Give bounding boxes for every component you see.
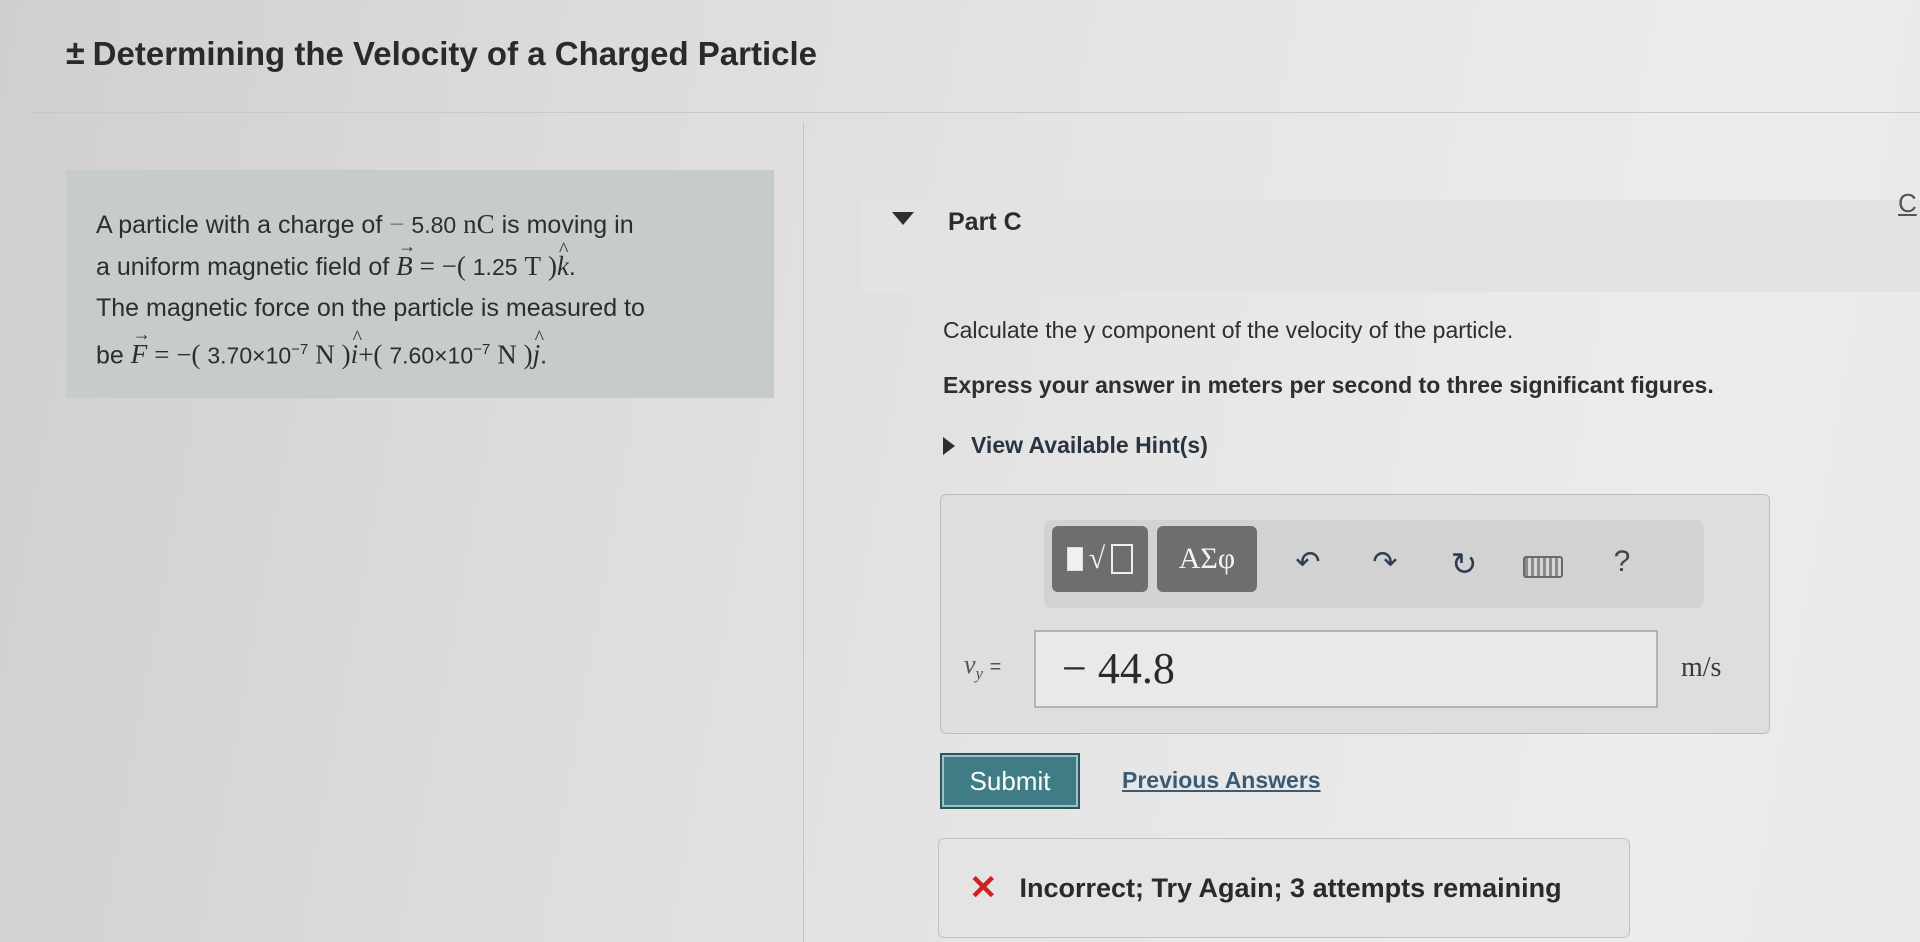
problem-line-2: a uniform magnetic field of B = −( 1.25 … — [96, 226, 746, 288]
template-box-icon — [1111, 544, 1134, 574]
edge-link[interactable]: C — [1898, 188, 1917, 219]
problem-line-4: be F = −( 3.70×10−7 N )i+( 7.60×10−7 N )… — [96, 314, 746, 376]
problem-statement: A particle with a charge of − 5.80 nC is… — [66, 170, 774, 398]
template-square-icon — [1066, 547, 1083, 571]
redo-icon[interactable]: ↷ — [1365, 545, 1405, 580]
expand-toggle-icon[interactable]: ± — [66, 34, 85, 73]
feedback-message: ✕ Incorrect; Try Again; 3 attempts remai… — [938, 838, 1630, 938]
problem-line-1: A particle with a charge of − 5.80 nC is… — [96, 209, 634, 239]
answer-input[interactable]: − 44.8 — [1034, 630, 1658, 708]
column-divider — [803, 122, 804, 942]
part-label: Part C — [948, 208, 1022, 236]
radical-icon: √ — [1088, 542, 1106, 575]
feedback-text: Incorrect; Try Again; 3 attempts remaini… — [1019, 872, 1562, 903]
greek-symbols-button[interactable]: ΑΣφ — [1157, 526, 1257, 592]
hints-toggle[interactable]: View Available Hint(s) — [943, 432, 1208, 459]
instruction-text: Express your answer in meters per second… — [943, 372, 1714, 398]
problem-title: Determining the Velocity of a Charged Pa… — [92, 34, 818, 72]
hints-label: View Available Hint(s) — [971, 432, 1208, 458]
templates-button[interactable]: √ — [1052, 526, 1148, 592]
reset-icon[interactable]: ↻ — [1444, 545, 1484, 583]
problem-line-3: The magnetic force on the particle is me… — [96, 294, 645, 322]
undo-icon[interactable]: ↶ — [1288, 545, 1328, 580]
expand-triangle-icon — [943, 436, 955, 455]
title-divider — [30, 112, 1920, 113]
incorrect-x-icon: ✕ — [969, 869, 998, 907]
help-icon[interactable]: ? — [1602, 545, 1642, 579]
previous-answers-link[interactable]: Previous Answers — [1122, 767, 1321, 794]
answer-variable-label: vy = — [964, 650, 1002, 684]
unit-label: m/s — [1681, 652, 1722, 683]
page-title: ± Determining the Velocity of a Charged … — [66, 34, 817, 73]
keyboard-icon[interactable] — [1523, 556, 1563, 578]
submit-button[interactable]: Submit — [940, 753, 1080, 809]
collapse-triangle-icon[interactable] — [892, 212, 914, 225]
question-text: Calculate the y component of the velocit… — [943, 317, 1514, 343]
